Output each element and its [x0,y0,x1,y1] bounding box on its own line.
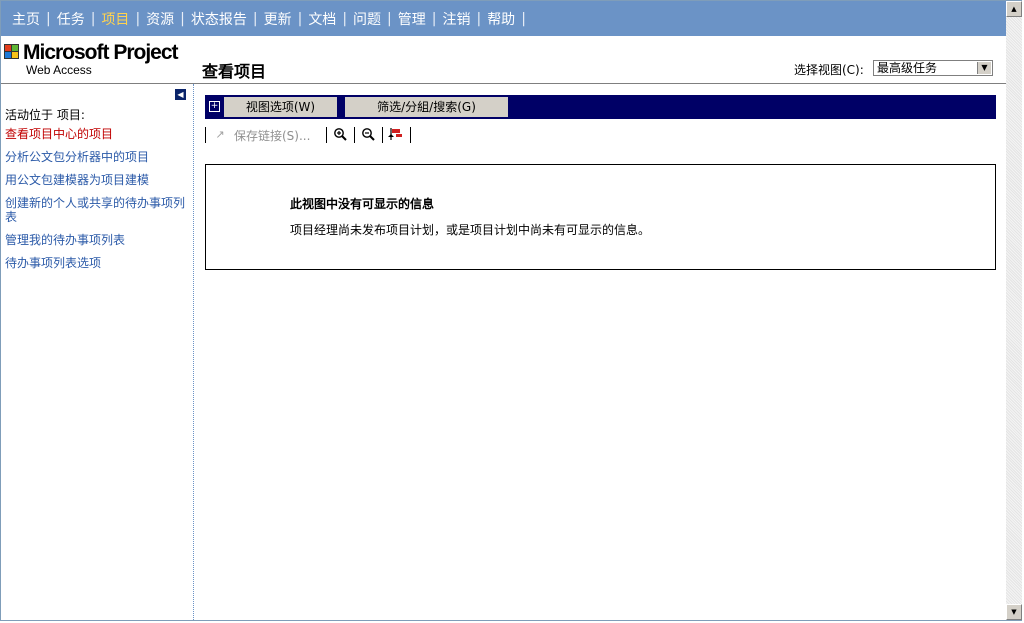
nav-separator: | [431,10,437,27]
toolbar-separator [382,127,383,143]
product-logo: Microsoft Project Web Access [4,41,184,78]
view-select-label: 选择视图(C): [794,63,864,77]
zoom-in-icon[interactable] [332,127,348,143]
filter-group-search-button[interactable]: 筛选/分組/搜索(G) [345,97,508,117]
nav-separator: | [135,10,141,27]
action-toolbar: ↗ 保存链接(S)... [205,125,505,145]
logo-subtitle: Web Access [26,63,92,77]
toolbar-separator [410,127,411,143]
message-text: 项目经理尚未发布项目计划，或是项目计划中尚未有可显示的信息。 [290,223,651,237]
sidebar: ◀ 活动位于 项目: 查看项目中心的项目 分析公文包分析器中的项目 用公文包建模… [1,84,194,620]
empty-view-message-box: 此视图中没有可显示的信息 项目经理尚未发布项目计划，或是项目计划中尚未有可显示的… [205,164,996,270]
view-select-value: 最高级任务 [877,61,938,75]
sidebar-link-create-todo-list[interactable]: 创建新的个人或共享的待办事项列表 [5,196,189,224]
nav-tasks[interactable]: 任务 [57,9,85,29]
sidebar-heading: 活动位于 项目: [5,108,85,122]
scroll-up-icon[interactable]: ▲ [1006,1,1022,17]
sidebar-link-view-projects[interactable]: 查看项目中心的项目 [5,127,189,141]
sidebar-link-portfolio-analyzer[interactable]: 分析公文包分析器中的项目 [5,150,189,164]
nav-logoff[interactable]: 注销 [442,9,470,29]
nav-separator: | [297,10,303,27]
logo-title: Microsoft Project [23,41,179,64]
top-navigation: 主页 | 任务 | 项目 | 资源 | 状态报告 | 更新 | 文档 | 问题 | 管理 | 注销… [1,1,1006,36]
nav-separator: | [387,10,392,27]
nav-help[interactable]: 帮助 [487,9,515,29]
nav-resources[interactable]: 资源 [146,9,174,29]
chevron-down-icon[interactable]: ▼ [977,62,991,74]
nav-projects[interactable]: 项目 [101,9,129,29]
vertical-scrollbar[interactable]: ▲ ▼ [1006,1,1022,620]
nav-admin[interactable]: 管理 [398,9,426,29]
toolbar-separator [354,127,355,143]
nav-updates[interactable]: 更新 [264,9,292,29]
collapse-sidebar-icon[interactable]: ◀ [175,89,186,100]
nav-separator: | [476,10,482,27]
link-icon: ↗ [215,128,225,141]
nav-issues[interactable]: 问题 [353,9,381,29]
view-options-button[interactable]: 视图选项(W) [224,97,337,117]
page-title: 查看项目 [202,62,267,81]
view-toolbar: + 视图选项(W) 筛选/分組/搜索(G) [205,95,996,119]
goto-task-icon[interactable] [388,127,404,143]
nav-separator: | [342,10,348,27]
sidebar-link-todo-options[interactable]: 待办事项列表选项 [5,256,189,270]
expand-icon[interactable]: + [209,101,220,112]
save-link-button[interactable]: 保存链接(S)... [234,127,310,144]
toolbar-separator [205,127,206,143]
nav-separator: | [46,10,51,27]
sidebar-link-manage-todo-lists[interactable]: 管理我的待办事项列表 [5,233,189,247]
zoom-out-icon[interactable] [360,127,376,143]
nav-separator: | [180,10,185,27]
windows-flag-icon [4,44,19,59]
nav-status-reports[interactable]: 状态报告 [191,9,247,29]
scroll-down-icon[interactable]: ▼ [1006,604,1022,620]
sidebar-link-portfolio-modeler[interactable]: 用公文包建模器为项目建模 [5,173,189,187]
nav-separator: | [90,10,96,27]
nav-separator: | [521,10,526,27]
nav-home[interactable]: 主页 [12,9,40,29]
toolbar-separator [326,127,327,143]
nav-separator: | [252,10,258,27]
view-select[interactable]: 最高级任务 ▼ [873,60,993,76]
message-title: 此视图中没有可显示的信息 [290,197,435,211]
nav-documents[interactable]: 文档 [308,9,336,29]
